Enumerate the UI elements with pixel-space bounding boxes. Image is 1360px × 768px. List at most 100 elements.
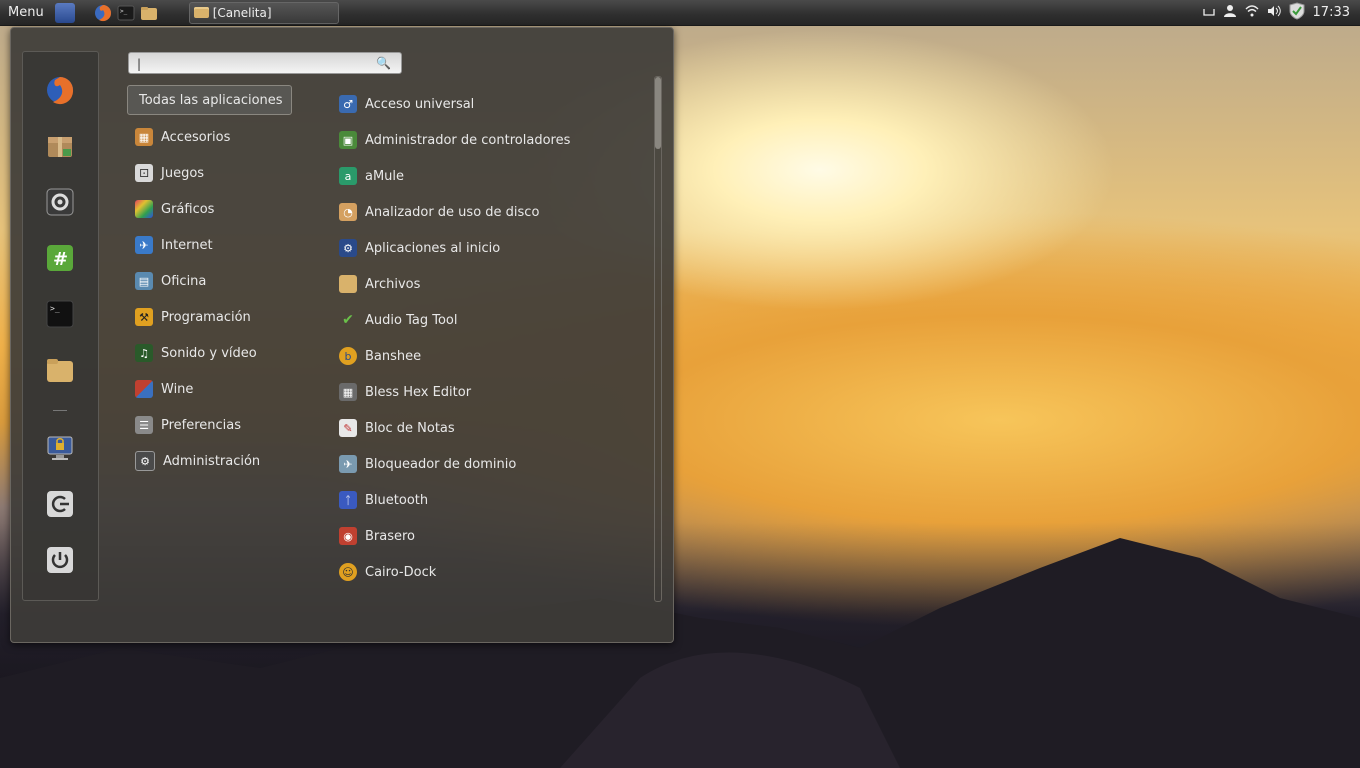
user-icon[interactable] xyxy=(1223,4,1237,22)
hex-editor-icon: ▦ xyxy=(339,383,357,401)
category-sonido-video[interactable]: ♫ Sonido y vídeo xyxy=(127,335,297,371)
system-settings-icon[interactable] xyxy=(44,186,76,218)
app-banshee[interactable]: b Banshee xyxy=(339,338,649,374)
category-internet[interactable]: ✈ Internet xyxy=(127,227,297,263)
brasero-icon: ◉ xyxy=(339,527,357,545)
search-input[interactable] xyxy=(135,54,369,74)
favorites-separator xyxy=(53,410,67,411)
category-label: Sonido y vídeo xyxy=(161,345,257,361)
application-menu: # >_ 🔍 Todas las aplicaciones ▦ Accesori… xyxy=(10,27,674,643)
administration-icon: ⚙ xyxy=(135,451,155,471)
logout-icon[interactable] xyxy=(44,488,76,520)
task-label: [Canelita] xyxy=(212,5,272,20)
volume-icon[interactable] xyxy=(1267,5,1281,21)
app-analizador-disco[interactable]: ◔ Analizador de uso de disco xyxy=(339,194,649,230)
category-preferencias[interactable]: ☰ Preferencias xyxy=(127,407,297,443)
app-label: Brasero xyxy=(365,528,416,544)
app-audio-tag-tool[interactable]: ✔ Audio Tag Tool xyxy=(339,302,649,338)
folder-icon[interactable] xyxy=(139,3,159,23)
update-shield-icon[interactable] xyxy=(1289,1,1305,24)
internet-icon: ✈ xyxy=(135,236,153,254)
domain-blocker-icon: ✈ xyxy=(339,455,357,473)
app-label: Audio Tag Tool xyxy=(365,312,458,328)
banshee-icon: b xyxy=(339,347,357,365)
multimedia-icon: ♫ xyxy=(135,344,153,362)
hexchat-icon[interactable]: # xyxy=(44,242,76,274)
category-wine[interactable]: Wine xyxy=(127,371,297,407)
clock[interactable]: 17:33 xyxy=(1313,5,1350,20)
category-label: Preferencias xyxy=(161,417,242,433)
app-list-scrollbar[interactable] xyxy=(654,76,662,602)
search-icon: 🔍 xyxy=(376,56,391,70)
app-amule[interactable]: a aMule xyxy=(339,158,649,194)
svg-text:#: # xyxy=(53,249,68,270)
notepad-icon: ✎ xyxy=(339,419,357,437)
firefox-favorite-icon[interactable] xyxy=(44,74,76,106)
graphics-icon xyxy=(135,200,153,218)
terminal-favorite-icon[interactable]: >_ xyxy=(44,298,76,330)
category-all-applications[interactable]: Todas las aplicaciones xyxy=(127,85,292,115)
workspace-icon[interactable] xyxy=(54,2,75,23)
category-programacion[interactable]: ⚒ Programación xyxy=(127,299,297,335)
category-juegos[interactable]: ⚀ Juegos xyxy=(127,155,297,191)
app-label: Bluetooth xyxy=(365,492,429,508)
app-label: Banshee xyxy=(365,348,422,364)
accessories-icon: ▦ xyxy=(135,128,153,146)
app-bloqueador-dominio[interactable]: ✈ Bloqueador de dominio xyxy=(339,446,649,482)
app-cairo-dock[interactable]: ☺ Cairo-Dock xyxy=(339,554,649,590)
startup-apps-icon: ⚙ xyxy=(339,239,357,257)
app-label: Acceso universal xyxy=(365,96,475,112)
app-archivos[interactable]: Archivos xyxy=(339,266,649,302)
top-panel: Menu >_ [Canelita] 17:33 xyxy=(0,0,1360,26)
category-label: Wine xyxy=(161,381,194,397)
cairo-dock-icon: ☺ xyxy=(339,563,357,581)
category-administracion[interactable]: ⚙ Administración xyxy=(127,443,297,479)
app-label: Administrador de controladores xyxy=(365,132,571,148)
firefox-icon[interactable] xyxy=(93,3,113,23)
category-accesorios[interactable]: ▦ Accesorios xyxy=(127,119,297,155)
office-icon: ▤ xyxy=(135,272,153,290)
app-brasero[interactable]: ◉ Brasero xyxy=(339,518,649,554)
category-label: Accesorios xyxy=(161,129,231,145)
category-label: Gráficos xyxy=(161,201,215,217)
wifi-icon[interactable] xyxy=(1245,4,1259,21)
audio-tag-icon: ✔ xyxy=(342,312,354,328)
lock-screen-icon[interactable] xyxy=(44,432,76,464)
accessibility-icon: ♂ xyxy=(339,95,357,113)
category-label: Internet xyxy=(161,237,213,253)
menu-button[interactable]: Menu xyxy=(0,5,52,20)
app-label: Archivos xyxy=(365,276,421,292)
application-list: ♂ Acceso universal ▣ Administrador de co… xyxy=(339,86,649,602)
app-label: Bless Hex Editor xyxy=(365,384,472,400)
shutdown-icon[interactable] xyxy=(44,544,76,576)
games-icon: ⚀ xyxy=(135,164,153,182)
home-folder-icon[interactable] xyxy=(44,354,76,386)
app-acceso-universal[interactable]: ♂ Acceso universal xyxy=(339,86,649,122)
category-label: Juegos xyxy=(161,165,205,181)
terminal-icon[interactable]: >_ xyxy=(116,3,136,23)
package-installer-icon[interactable] xyxy=(44,130,76,162)
category-list: Todas las aplicaciones ▦ Accesorios ⚀ Ju… xyxy=(127,85,297,479)
app-bloc-notas[interactable]: ✎ Bloc de Notas xyxy=(339,410,649,446)
app-label: Bloqueador de dominio xyxy=(365,456,517,472)
category-label: Todas las aplicaciones xyxy=(139,92,283,108)
svg-text:>_: >_ xyxy=(50,304,60,313)
app-label: Cairo-Dock xyxy=(365,564,437,580)
category-oficina[interactable]: ▤ Oficina xyxy=(127,263,297,299)
app-bless-hex-editor[interactable]: ▦ Bless Hex Editor xyxy=(339,374,649,410)
disk-usage-icon: ◔ xyxy=(339,203,357,221)
search-box[interactable]: 🔍 xyxy=(128,52,402,74)
programming-icon: ⚒ xyxy=(135,308,153,326)
show-desktop-icon[interactable] xyxy=(1202,5,1215,21)
app-label: Analizador de uso de disco xyxy=(365,204,540,220)
app-administrador-controladores[interactable]: ▣ Administrador de controladores xyxy=(339,122,649,158)
app-label: aMule xyxy=(365,168,405,184)
preferences-icon: ☰ xyxy=(135,416,153,434)
taskbar-window-canelita[interactable]: [Canelita] xyxy=(188,1,339,24)
category-graficos[interactable]: Gráficos xyxy=(127,191,297,227)
folder-icon xyxy=(193,7,209,18)
app-bluetooth[interactable]: ᛏ Bluetooth xyxy=(339,482,649,518)
scrollbar-thumb[interactable] xyxy=(655,77,661,149)
app-aplicaciones-inicio[interactable]: ⚙ Aplicaciones al inicio xyxy=(339,230,649,266)
category-label: Oficina xyxy=(161,273,207,289)
